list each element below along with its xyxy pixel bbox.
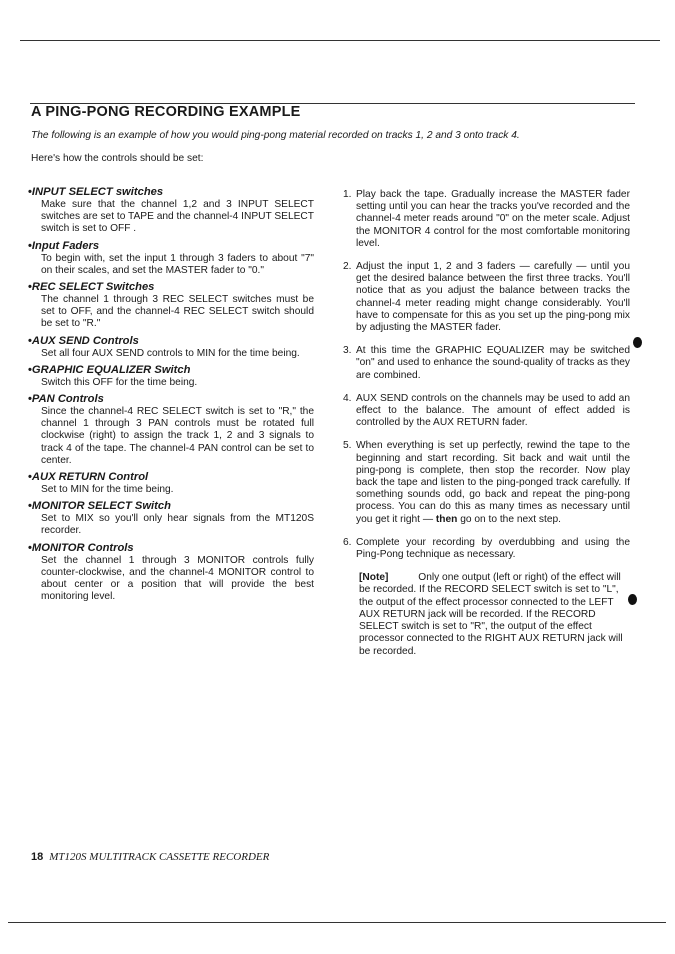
control-text: Set all four AUX SEND controls to MIN fo… — [41, 347, 300, 359]
control-text: The channel 1 through 3 REC SELECT switc… — [41, 294, 314, 330]
note-text: Only one output (left or right) of the e… — [359, 572, 623, 657]
control-text: Since the channel-4 REC SELECT switch is… — [41, 406, 314, 466]
control-item: •PAN Controls Since the channel-4 REC SE… — [28, 393, 314, 467]
step-number: 4. — [343, 392, 352, 404]
control-item: •GRAPHIC EQUALIZER Switch Switch this OF… — [28, 364, 314, 389]
step-item: 6. Complete your recording by overdubbin… — [343, 537, 630, 561]
control-heading: •INPUT SELECT switches — [28, 186, 164, 198]
control-item: •Input Faders To begin with, set the inp… — [28, 240, 314, 277]
step-number: 3. — [343, 345, 352, 357]
step-text: At this time the GRAPHIC EQUALIZER may b… — [356, 345, 630, 381]
control-heading: •MONITOR Controls — [28, 541, 134, 554]
step-text: Adjust the input 1, 2 and 3 faders — car… — [356, 261, 630, 334]
section-intro: The following is an example of how you w… — [31, 130, 520, 141]
controls-list: •INPUT SELECT switches Make sure that th… — [28, 186, 314, 607]
control-item: •MONITOR SELECT Switch Set to MIX so you… — [28, 500, 314, 537]
control-heading: •PAN Controls — [28, 393, 104, 406]
control-item: •INPUT SELECT switches Make sure that th… — [28, 186, 314, 236]
top-rule — [20, 40, 660, 41]
control-item: •MONITOR Controls Set the channel 1 thro… — [28, 542, 314, 604]
step-number: 6. — [343, 536, 352, 548]
control-heading: •AUX SEND Controls — [28, 334, 139, 347]
step-text: When everything is set up perfectly, rew… — [356, 440, 630, 525]
control-item: •AUX SEND Controls Set all four AUX SEND… — [28, 335, 314, 360]
control-heading: •MONITOR SELECT Switch — [28, 500, 171, 513]
step-item: 2. Adjust the input 1, 2 and 3 faders — … — [343, 261, 630, 334]
step-item: 3. At this time the GRAPHIC EQUALIZER ma… — [343, 345, 630, 382]
control-text: Make sure that the channel 1,2 and 3 INP… — [41, 199, 314, 235]
control-text: Set to MIX so you'll only hear signals f… — [41, 513, 314, 537]
page-footer: 18 MT120S MULTITRACK CASSETTE RECORDER — [31, 851, 269, 863]
margin-mark-icon — [628, 594, 637, 605]
control-text: Set the channel 1 through 3 MONITOR cont… — [41, 554, 314, 603]
step-item: 1. Play back the tape. Gradually increas… — [343, 189, 630, 250]
step-text: Complete your recording by overdubbing a… — [356, 536, 630, 561]
step-number: 2. — [343, 261, 352, 273]
control-text: Switch this OFF for the time being. — [41, 376, 198, 388]
page-number: 18 — [31, 851, 44, 863]
step-item: 4. AUX SEND controls on the channels may… — [343, 393, 630, 430]
step-item: 5. When everything is set up perfectly, … — [343, 440, 630, 525]
control-heading: •REC SELECT Switches — [28, 281, 155, 294]
note-label: [Note] — [359, 572, 389, 584]
margin-mark-icon — [633, 337, 642, 348]
step-number: 5. — [343, 440, 352, 452]
control-heading: •GRAPHIC EQUALIZER Switch — [28, 363, 191, 376]
footer-title: MT120S MULTITRACK CASSETTE RECORDER — [49, 851, 270, 863]
step-text: Play back the tape. Gradually increase t… — [356, 189, 630, 249]
control-heading: •AUX RETURN Control — [28, 471, 149, 484]
steps-list: 1. Play back the tape. Gradually increas… — [343, 189, 630, 658]
step-text: AUX SEND controls on the channels may be… — [356, 392, 630, 429]
section-title: A PING-PONG RECORDING EXAMPLE — [31, 104, 301, 120]
note-block: [Note] Only one output (left or right) o… — [359, 572, 630, 657]
bottom-rule — [8, 922, 666, 923]
control-item: •REC SELECT Switches The channel 1 throu… — [28, 281, 314, 331]
control-heading: •Input Faders — [28, 239, 100, 252]
control-item: •AUX RETURN Control Set to MIN for the t… — [28, 471, 314, 496]
section-lead: Here's how the controls should be set: — [31, 153, 204, 164]
control-text: To begin with, set the input 1 through 3… — [41, 252, 314, 276]
control-text: Set to MIN for the time being. — [41, 484, 174, 496]
step-number: 1. — [343, 189, 352, 200]
